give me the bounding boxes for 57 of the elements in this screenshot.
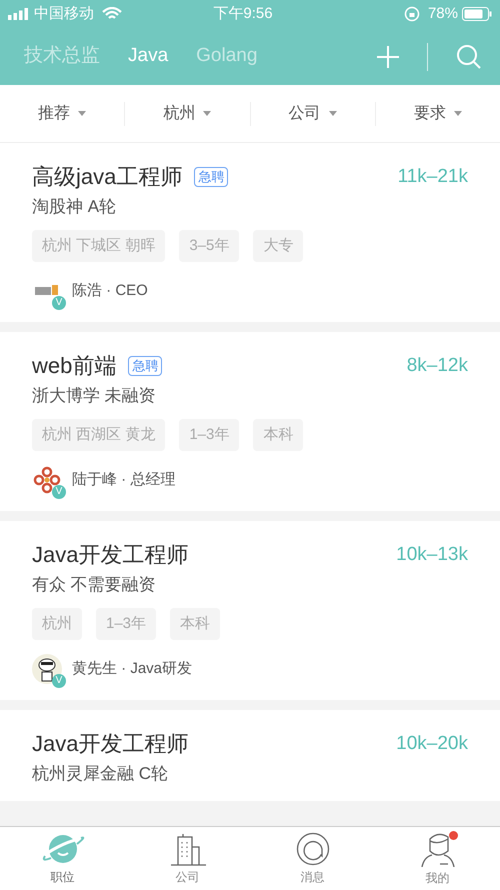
job-card[interactable]: web前端 急聘 8k–12k 浙大博学 未融资 杭州 西湖区 黄龙 1–3年 本科 V 陆于峰 · 总经理: [0, 332, 500, 511]
verified-badge: V: [52, 296, 66, 310]
salary: 8k–12k: [406, 354, 468, 378]
caret-icon: [454, 111, 462, 116]
urgent-tag: 急聘: [128, 356, 162, 376]
job-title: Java开发工程师: [32, 541, 188, 570]
job-tag: 本科: [253, 418, 304, 451]
company-info: 淘股神 A轮: [32, 196, 118, 218]
caret-icon: [78, 111, 86, 116]
job-title: 高级java工程师: [32, 163, 182, 192]
filter-dropdown[interactable]: 杭州: [163, 102, 212, 126]
status-time: 下午9:56: [212, 4, 274, 24]
job-title: Java开发工程师: [32, 730, 188, 758]
wifi-icon: [102, 7, 122, 21]
company-info: 杭州灵犀金融 C轮: [32, 762, 169, 784]
recruiter-info: 陈浩 · CEO: [72, 280, 148, 301]
company-info: 浙大博学 未融资: [32, 384, 157, 406]
job-tag: 杭州 西湖区 黄龙: [32, 418, 166, 451]
job-tag: 1–3年: [179, 418, 240, 451]
tab-bar-item[interactable]: 消息: [250, 827, 375, 890]
job-tag: 3–5年: [179, 230, 240, 262]
job-card[interactable]: Java开发工程师 10k–20k 杭州灵犀金融 C轮: [0, 710, 500, 800]
job-title: web前端: [32, 352, 116, 380]
dog-avatar-icon: [32, 654, 62, 684]
job-tag: 杭州: [32, 608, 82, 640]
tab-bar-item[interactable]: 我的: [375, 827, 500, 890]
salary: 10k–20k: [396, 732, 468, 756]
verified-badge: V: [52, 674, 66, 688]
recruiter-info: 陆于峰 · 总经理: [72, 470, 176, 490]
rotation-lock-icon: [404, 6, 420, 22]
battery-percent: 78%: [428, 4, 458, 24]
message-icon: [294, 832, 330, 866]
add-icon[interactable]: [377, 46, 399, 68]
tab-bar-item[interactable]: 职位: [0, 827, 125, 890]
battery-icon: [462, 7, 492, 21]
job-tag: 大专: [253, 230, 304, 262]
filter-dropdown[interactable]: 公司: [288, 102, 337, 126]
job-tag: 杭州 下城区 朝晖: [32, 230, 166, 262]
filter-dropdown[interactable]: 推荐: [38, 102, 86, 126]
salary: 11k–21k: [398, 165, 468, 189]
caret-icon: [328, 111, 337, 116]
recruiter-info: 黄先生 · Java研发: [72, 658, 192, 679]
tab-bar-item[interactable]: 公司: [125, 827, 250, 890]
signal-icon: [8, 8, 30, 20]
verified-badge: V: [52, 485, 66, 499]
carrier-name: 中国移动: [34, 4, 94, 24]
flower-logo-icon: [33, 466, 61, 494]
salary: 10k–13k: [396, 543, 468, 567]
job-card[interactable]: 高级java工程师 急聘 11k–21k 淘股神 A轮 杭州 下城区 朝晖 3–5年 大专 V 陈浩 · CEO: [0, 143, 500, 322]
job-tag: 1–3年: [96, 608, 156, 640]
company-info: 有众 不需要融资: [32, 574, 157, 596]
job-card[interactable]: Java开发工程师 10k–13k 有众 不需要融资 杭州 1–3年 本科 V 黄先生 · Java研发: [0, 521, 500, 700]
search-icon[interactable]: [456, 44, 482, 70]
caret-icon: [203, 111, 212, 116]
filter-dropdown[interactable]: 要求: [414, 102, 462, 126]
job-tag: 本科: [170, 608, 220, 640]
urgent-tag: 急聘: [194, 167, 228, 188]
